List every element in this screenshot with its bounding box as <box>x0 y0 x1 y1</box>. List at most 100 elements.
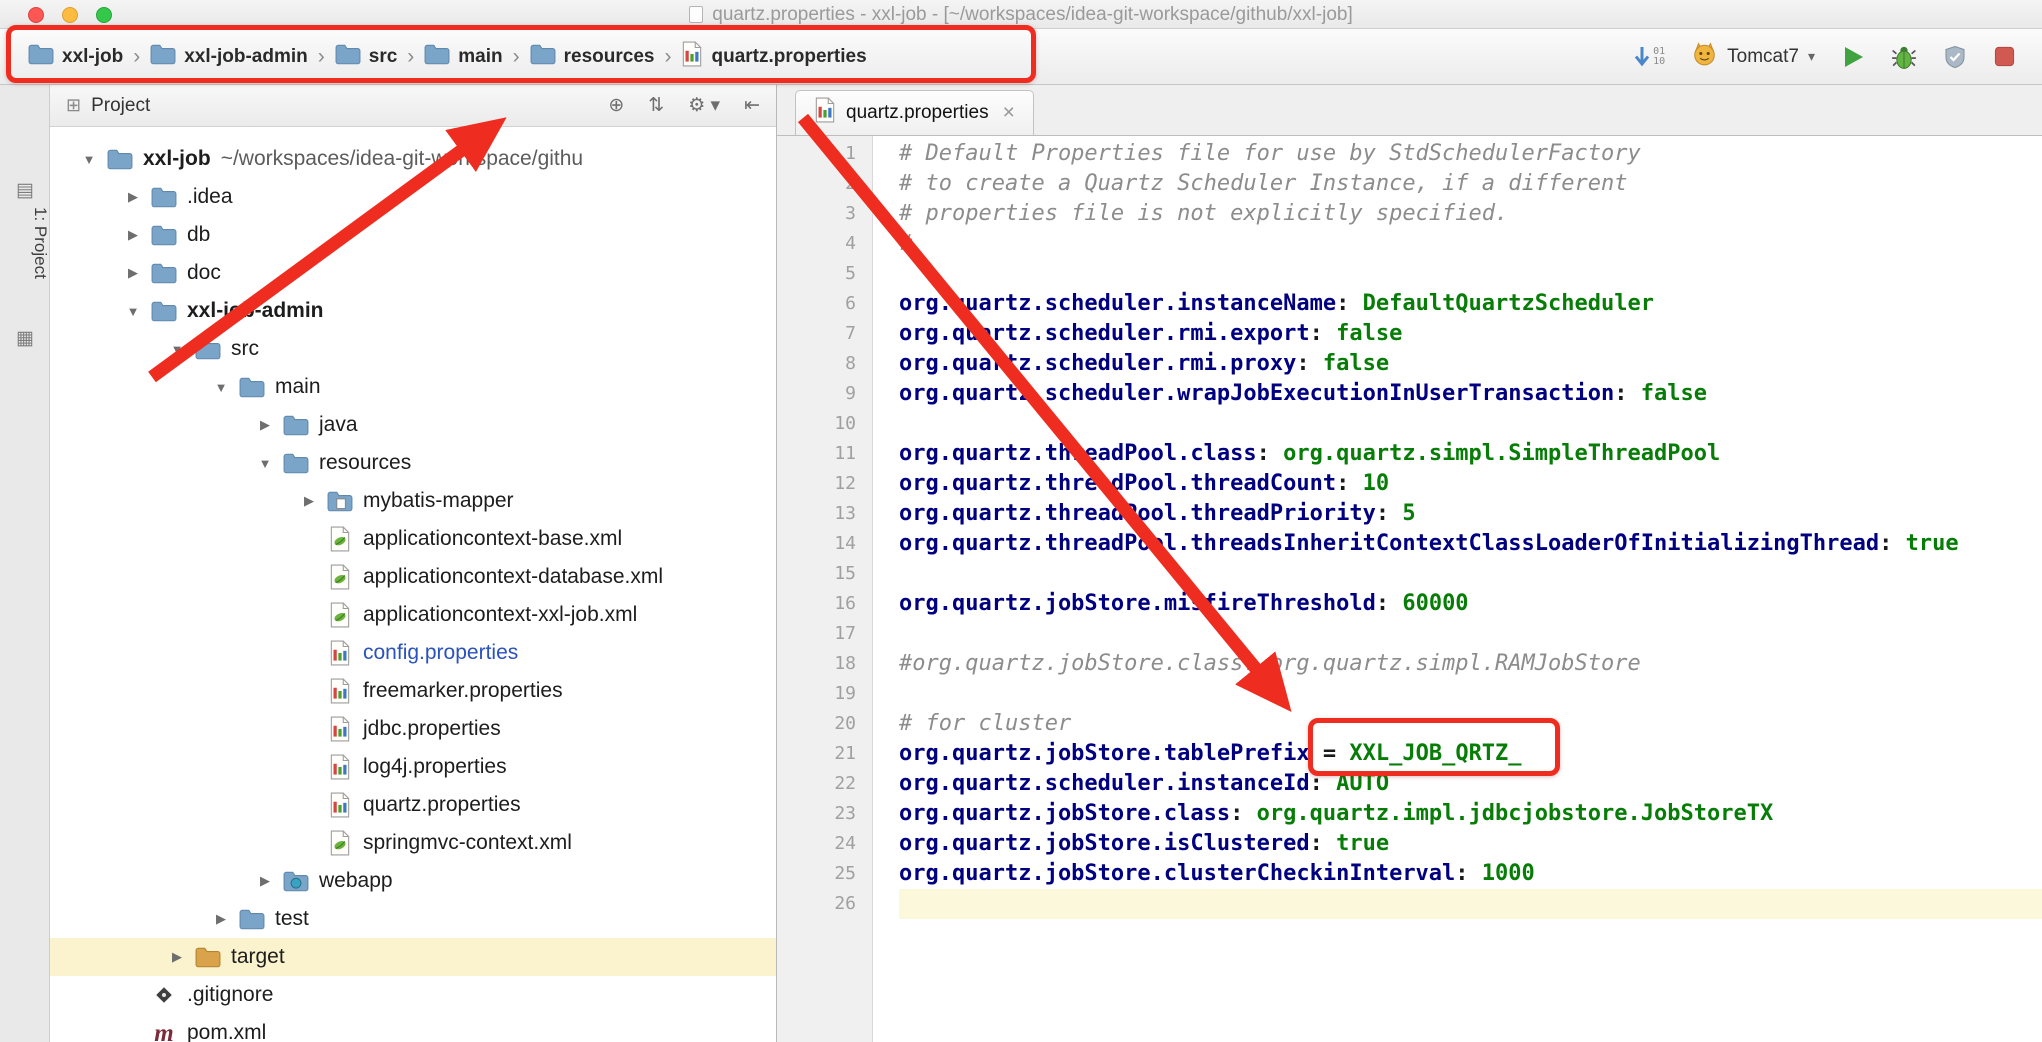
chevron-expanded-icon[interactable]: ▼ <box>250 456 280 471</box>
code-line-14[interactable]: org.quartz.threadPool.threadsInheritCont… <box>899 529 2042 559</box>
coverage-button[interactable] <box>1943 44 1967 70</box>
code-line-9[interactable]: org.quartz.scheduler.wrapJobExecutionInU… <box>899 379 2042 409</box>
project-toolwindow-icon[interactable]: ▤ <box>0 179 50 202</box>
code-area[interactable]: # Default Properties file for use by Std… <box>873 136 2042 1042</box>
tree-item-webapp[interactable]: ▶webapp <box>50 862 776 900</box>
locate-icon[interactable]: ⊕ <box>608 94 624 117</box>
tree-item-label: xxl-job <box>143 147 211 171</box>
project-panel: ⊞ Project ⊕⇅⚙ ▾⇤ ▼xxl-job~/workspaces/id… <box>50 85 777 1042</box>
code-line-21[interactable]: org.quartz.jobStore.tablePrefix = XXL_JO… <box>899 739 2042 769</box>
run-configuration-selector[interactable]: Tomcat7 ▾ <box>1691 41 1815 73</box>
code-line-12[interactable]: org.quartz.threadPool.threadCount: 10 <box>899 469 2042 499</box>
tree-item-xxl-job[interactable]: ▼xxl-job~/workspaces/idea-git-workspace/… <box>50 140 776 178</box>
code-line-3[interactable]: # properties file is not explicitly spec… <box>899 199 2042 229</box>
breadcrumb-item-src[interactable]: src <box>335 43 398 71</box>
tree-item-config.properties[interactable]: config.properties <box>50 634 776 672</box>
tree-item-doc[interactable]: ▶doc <box>50 254 776 292</box>
code-line-16[interactable]: org.quartz.jobStore.misfireThreshold: 60… <box>899 589 2042 619</box>
code-line-24[interactable]: org.quartz.jobStore.isClustered: true <box>899 829 2042 859</box>
editor-tab-quartz-properties[interactable]: quartz.properties × <box>795 90 1034 135</box>
tree-item-resources[interactable]: ▼resources <box>50 444 776 482</box>
code-line-1[interactable]: # Default Properties file for use by Std… <box>899 139 2042 169</box>
code-line-7[interactable]: org.quartz.scheduler.rmi.export: false <box>899 319 2042 349</box>
code-line-8[interactable]: org.quartz.scheduler.rmi.proxy: false <box>899 349 2042 379</box>
breadcrumb-item-xxl-job[interactable]: xxl-job <box>28 43 123 71</box>
tree-item-src[interactable]: ▼src <box>50 330 776 368</box>
line-number-10: 10 <box>777 409 872 439</box>
chevron-expanded-icon[interactable]: ▼ <box>118 304 148 319</box>
tree-item-java[interactable]: ▶java <box>50 406 776 444</box>
tree-item-quartz.properties[interactable]: quartz.properties <box>50 786 776 824</box>
tree-item-pom.xml[interactable]: mpom.xml <box>50 1014 776 1042</box>
tree-item-mybatis-mapper[interactable]: ▶mybatis-mapper <box>50 482 776 520</box>
folder-icon <box>424 43 450 71</box>
line-number-25: 25 <box>777 859 872 889</box>
folder-icon <box>150 43 176 71</box>
code-line-2[interactable]: # to create a Quartz Scheduler Instance,… <box>899 169 2042 199</box>
tree-item-main[interactable]: ▼main <box>50 368 776 406</box>
line-number-4: 4 <box>777 229 872 259</box>
tree-item-freemarker.properties[interactable]: freemarker.properties <box>50 672 776 710</box>
chevron-collapsed-icon[interactable]: ▶ <box>250 417 280 433</box>
settings-icon[interactable]: ⚙ ▾ <box>688 94 720 117</box>
update-application-button[interactable]: 0110 <box>1633 44 1665 70</box>
chevron-expanded-icon[interactable]: ▼ <box>206 380 236 395</box>
toolwindow-button-project[interactable]: 1: Project <box>0 207 50 279</box>
xml-file-icon <box>324 602 356 628</box>
tree-item-.idea[interactable]: ▶.idea <box>50 178 776 216</box>
code-line-11[interactable]: org.quartz.threadPool.class: org.quartz.… <box>899 439 2042 469</box>
hide-panel-icon[interactable]: ⇤ <box>744 94 760 117</box>
tree-item-test[interactable]: ▶test <box>50 900 776 938</box>
code-line-22[interactable]: org.quartz.scheduler.instanceId: AUTO <box>899 769 2042 799</box>
code-line-26[interactable] <box>899 889 2042 919</box>
tree-item-.gitignore[interactable]: .gitignore <box>50 976 776 1014</box>
stop-button[interactable] <box>1993 45 2016 68</box>
chevron-expanded-icon[interactable]: ▼ <box>162 342 192 357</box>
debug-button[interactable] <box>1891 44 1917 70</box>
code-line-6[interactable]: org.quartz.scheduler.instanceName: Defau… <box>899 289 2042 319</box>
code-line-25[interactable]: org.quartz.jobStore.clusterCheckinInterv… <box>899 859 2042 889</box>
chevron-collapsed-icon[interactable]: ▶ <box>162 949 192 965</box>
chevron-collapsed-icon[interactable]: ▶ <box>118 227 148 243</box>
code-line-20[interactable]: # for cluster <box>899 709 2042 739</box>
chevron-collapsed-icon[interactable]: ▶ <box>206 911 236 927</box>
chevron-collapsed-icon[interactable]: ▶ <box>294 493 324 509</box>
breadcrumb-item-xxl-job-admin[interactable]: xxl-job-admin <box>150 43 308 71</box>
code-line-18[interactable]: #org.quartz.jobStore.class: org.quartz.s… <box>899 649 2042 679</box>
tree-item-springmvc-context.xml[interactable]: springmvc-context.xml <box>50 824 776 862</box>
code-line-17[interactable] <box>899 619 2042 649</box>
collapse-all-icon[interactable]: ⇅ <box>648 94 664 117</box>
line-number-21: 21 <box>777 739 872 769</box>
chevron-collapsed-icon[interactable]: ▶ <box>118 189 148 205</box>
code-line-13[interactable]: org.quartz.threadPool.threadPriority: 5 <box>899 499 2042 529</box>
run-button[interactable] <box>1841 44 1865 70</box>
code-line-19[interactable] <box>899 679 2042 709</box>
breadcrumb-separator: › <box>318 45 325 69</box>
tree-item-target[interactable]: ▶ target <box>50 938 776 976</box>
breadcrumb-item-quartz.properties[interactable]: quartz.properties <box>681 41 866 73</box>
tree-item-xxl-job-admin[interactable]: ▼xxl-job-admin <box>50 292 776 330</box>
breadcrumb-item-resources[interactable]: resources <box>530 43 655 71</box>
chevron-expanded-icon[interactable]: ▼ <box>74 152 104 167</box>
close-tab-icon[interactable]: × <box>1003 101 1015 125</box>
code-line-23[interactable]: org.quartz.jobStore.class: org.quartz.im… <box>899 799 2042 829</box>
tree-item-label: target <box>231 945 285 969</box>
favorites-toolwindow-icon[interactable]: ▦ <box>0 327 50 350</box>
tree-item-applicationcontext-base.xml[interactable]: applicationcontext-base.xml <box>50 520 776 558</box>
code-line-10[interactable] <box>899 409 2042 439</box>
code-line-4[interactable]: # <box>899 229 2042 259</box>
code-line-5[interactable] <box>899 259 2042 289</box>
gitignore-icon <box>148 984 180 1006</box>
breadcrumb-label: xxl-job <box>62 46 123 68</box>
tree-item-db[interactable]: ▶db <box>50 216 776 254</box>
tree-item-log4j.properties[interactable]: log4j.properties <box>50 748 776 786</box>
project-view-icon: ⊞ <box>66 95 81 116</box>
tree-item-jdbc.properties[interactable]: jdbc.properties <box>50 710 776 748</box>
chevron-collapsed-icon[interactable]: ▶ <box>250 873 280 889</box>
breadcrumb-item-main[interactable]: main <box>424 43 502 71</box>
tree-item-applicationcontext-xxl-job.xml[interactable]: applicationcontext-xxl-job.xml <box>50 596 776 634</box>
folder-icon <box>148 300 180 322</box>
chevron-collapsed-icon[interactable]: ▶ <box>118 265 148 281</box>
code-line-15[interactable] <box>899 559 2042 589</box>
tree-item-applicationcontext-database.xml[interactable]: applicationcontext-database.xml <box>50 558 776 596</box>
